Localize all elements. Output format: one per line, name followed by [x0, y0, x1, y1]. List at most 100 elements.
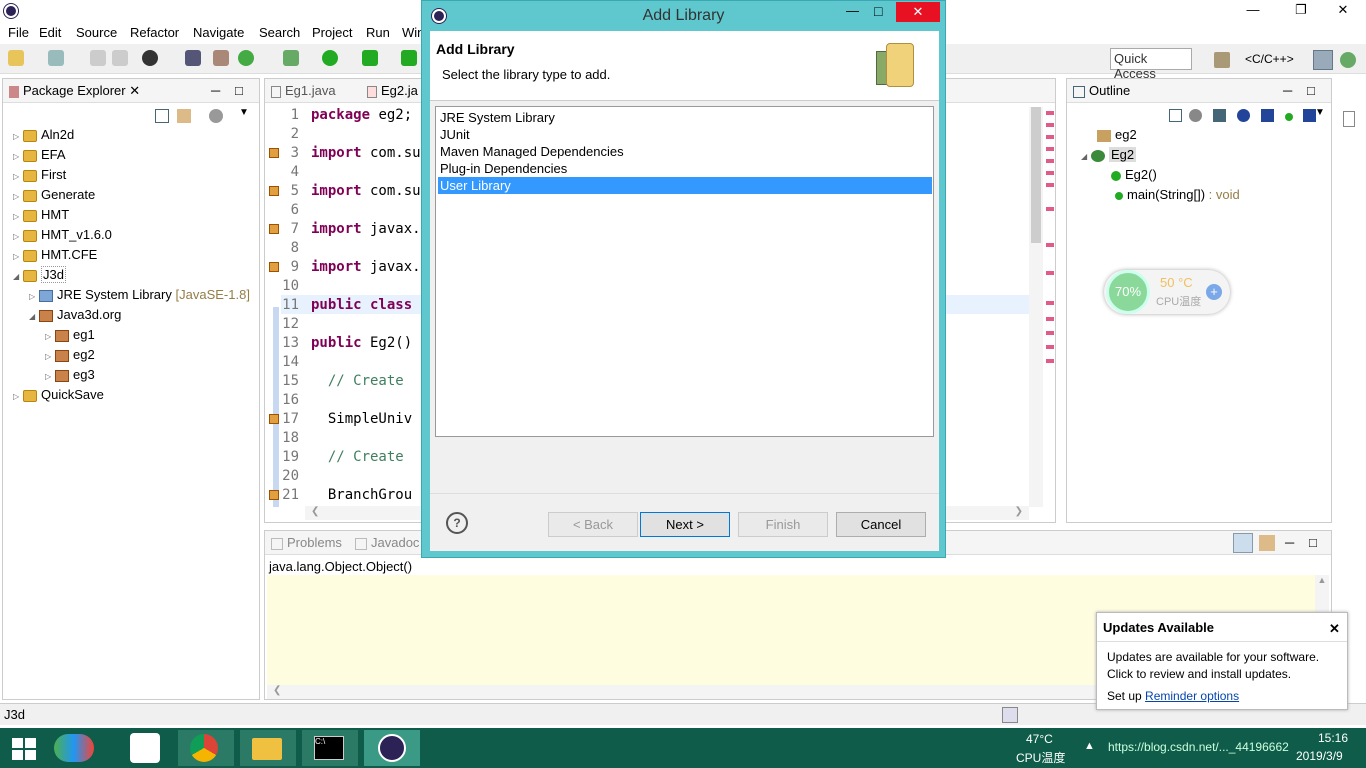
- external-tools-icon[interactable]: [401, 50, 417, 66]
- list-item[interactable]: JUnit: [438, 126, 932, 143]
- minimize-button[interactable]: —: [1230, 0, 1276, 22]
- quick-access-input[interactable]: Quick Access: [1110, 48, 1192, 81]
- collapse-icon[interactable]: ◢: [29, 312, 39, 321]
- hide-nonpublic-icon[interactable]: [1261, 109, 1274, 122]
- code-line[interactable]: // Create: [311, 449, 404, 465]
- expand-icon[interactable]: ▷: [13, 392, 23, 401]
- tree-item[interactable]: ▷ Generate: [13, 187, 95, 207]
- collapse-all-icon[interactable]: [1169, 109, 1182, 122]
- tab-javadoc[interactable]: Javadoc: [355, 535, 419, 550]
- overview-marker[interactable]: [1046, 207, 1054, 211]
- tree-item[interactable]: ▷ Aln2d: [13, 127, 74, 147]
- menu-source[interactable]: Source: [76, 25, 117, 40]
- tab-problems[interactable]: Problems: [271, 535, 342, 550]
- tree-item[interactable]: ▷ QuickSave: [13, 387, 104, 407]
- collapse-icon[interactable]: ◢: [13, 272, 23, 281]
- overview-marker[interactable]: [1046, 317, 1054, 321]
- list-item[interactable]: Maven Managed Dependencies: [438, 143, 932, 160]
- tree-item[interactable]: ▷ HMT_v1.6.0: [13, 227, 112, 247]
- list-item-selected[interactable]: User Library: [438, 177, 932, 194]
- save-all-icon[interactable]: [112, 50, 128, 66]
- open-perspective-icon[interactable]: [1214, 52, 1230, 68]
- expand-icon[interactable]: ▷: [45, 332, 55, 341]
- taskbar-app-2[interactable]: [120, 730, 176, 766]
- view-menu-icon[interactable]: ▼: [1315, 107, 1325, 118]
- minimize-panel-icon[interactable]: ─: [1283, 83, 1292, 98]
- code-line[interactable]: public class: [311, 297, 412, 313]
- menu-file[interactable]: File: [8, 25, 29, 40]
- expand-icon[interactable]: ▷: [13, 192, 23, 201]
- next-button[interactable]: Next >: [640, 512, 730, 537]
- list-item[interactable]: JRE System Library: [438, 109, 932, 126]
- link-editor-icon[interactable]: [177, 109, 191, 123]
- tree-item[interactable]: ◢ Java3d.org: [29, 307, 121, 327]
- open-icon[interactable]: [48, 50, 64, 66]
- view-menu-icon[interactable]: ▼: [239, 107, 249, 118]
- tray-chevron-up-icon[interactable]: ▲: [1084, 740, 1095, 752]
- taskbar-app-1[interactable]: [52, 730, 108, 766]
- taskbar-explorer[interactable]: [240, 730, 296, 766]
- code-line[interactable]: import javax.: [311, 259, 421, 275]
- overview-marker[interactable]: [1046, 135, 1054, 139]
- minimize-panel-icon[interactable]: ─: [211, 83, 220, 98]
- back-button[interactable]: < Back: [548, 512, 638, 537]
- tree-item[interactable]: ▷ EFA: [13, 147, 66, 167]
- progress-icon[interactable]: [1002, 707, 1018, 723]
- link-icon[interactable]: [1233, 533, 1253, 553]
- dialog-maximize-button[interactable]: □: [874, 3, 882, 19]
- code-line[interactable]: import javax.: [311, 221, 421, 237]
- perspective-cpp[interactable]: <C/C++>: [1245, 52, 1294, 66]
- debug-icon[interactable]: [283, 50, 299, 66]
- menu-edit[interactable]: Edit: [39, 25, 61, 40]
- expand-icon[interactable]: ▷: [29, 292, 39, 301]
- tab-outline[interactable]: Outline: [1073, 83, 1130, 98]
- run-config-icon[interactable]: [362, 50, 378, 66]
- overview-marker[interactable]: [1046, 111, 1054, 115]
- maximize-panel-icon[interactable]: □: [1307, 83, 1315, 98]
- code-line[interactable]: BranchGrou: [311, 487, 412, 503]
- outline-item-method[interactable]: main(String[]) : void: [1115, 187, 1240, 207]
- code-line[interactable]: package eg2;: [311, 107, 412, 123]
- tab-eg2-java[interactable]: Eg2.ja: [367, 83, 418, 98]
- error-marker-icon[interactable]: [269, 224, 279, 234]
- expand-icon[interactable]: ▷: [45, 352, 55, 361]
- tree-item[interactable]: ▷ First: [13, 167, 66, 187]
- error-marker-icon[interactable]: [269, 262, 279, 272]
- tab-eg1-java[interactable]: Eg1.java: [271, 83, 336, 98]
- expand-icon[interactable]: ▷: [13, 212, 23, 221]
- collapse-all-icon[interactable]: [155, 109, 169, 123]
- error-marker-icon[interactable]: [269, 186, 279, 196]
- public-icon[interactable]: [1285, 113, 1293, 121]
- hide-static-icon[interactable]: [1237, 109, 1250, 122]
- refresh-icon[interactable]: [238, 50, 254, 66]
- overview-marker[interactable]: [1046, 243, 1054, 247]
- finish-button[interactable]: Finish: [738, 512, 828, 537]
- filter-icon[interactable]: [209, 109, 223, 123]
- tree-item[interactable]: ▷ eg3: [45, 367, 95, 387]
- maximize-panel-icon[interactable]: □: [235, 83, 243, 98]
- close-button[interactable]: ✕: [1320, 0, 1366, 22]
- expand-icon[interactable]: ▷: [13, 252, 23, 261]
- taskbar-chrome[interactable]: [178, 730, 234, 766]
- maximize-panel-icon[interactable]: □: [1309, 535, 1317, 550]
- reminder-options-link[interactable]: Reminder options: [1145, 689, 1239, 703]
- error-marker-icon[interactable]: [269, 490, 279, 500]
- debug-perspective-icon[interactable]: [1340, 52, 1356, 68]
- restore-button[interactable]: ❐: [1278, 0, 1324, 22]
- editor-scroll-thumb[interactable]: [1031, 107, 1041, 243]
- error-marker-icon[interactable]: [269, 148, 279, 158]
- expand-icon[interactable]: ▷: [13, 232, 23, 241]
- menu-run[interactable]: Run: [366, 25, 390, 40]
- outline-item-package[interactable]: eg2: [1097, 127, 1137, 147]
- tree-item[interactable]: ▷ JRE System Library [JavaSE-1.8]: [29, 287, 250, 307]
- editor-scrollbar[interactable]: [1029, 107, 1043, 507]
- taskbar-eclipse[interactable]: [364, 730, 420, 766]
- notification-close-icon[interactable]: ✕: [1329, 621, 1340, 637]
- code-line[interactable]: SimpleUniv: [311, 411, 412, 427]
- save-icon[interactable]: [90, 50, 106, 66]
- code-line[interactable]: public Eg2(): [311, 335, 412, 351]
- menu-refactor[interactable]: Refactor: [130, 25, 179, 40]
- tree-item[interactable]: ▷ HMT: [13, 207, 69, 227]
- expand-icon[interactable]: ▷: [13, 152, 23, 161]
- start-button[interactable]: [0, 730, 56, 766]
